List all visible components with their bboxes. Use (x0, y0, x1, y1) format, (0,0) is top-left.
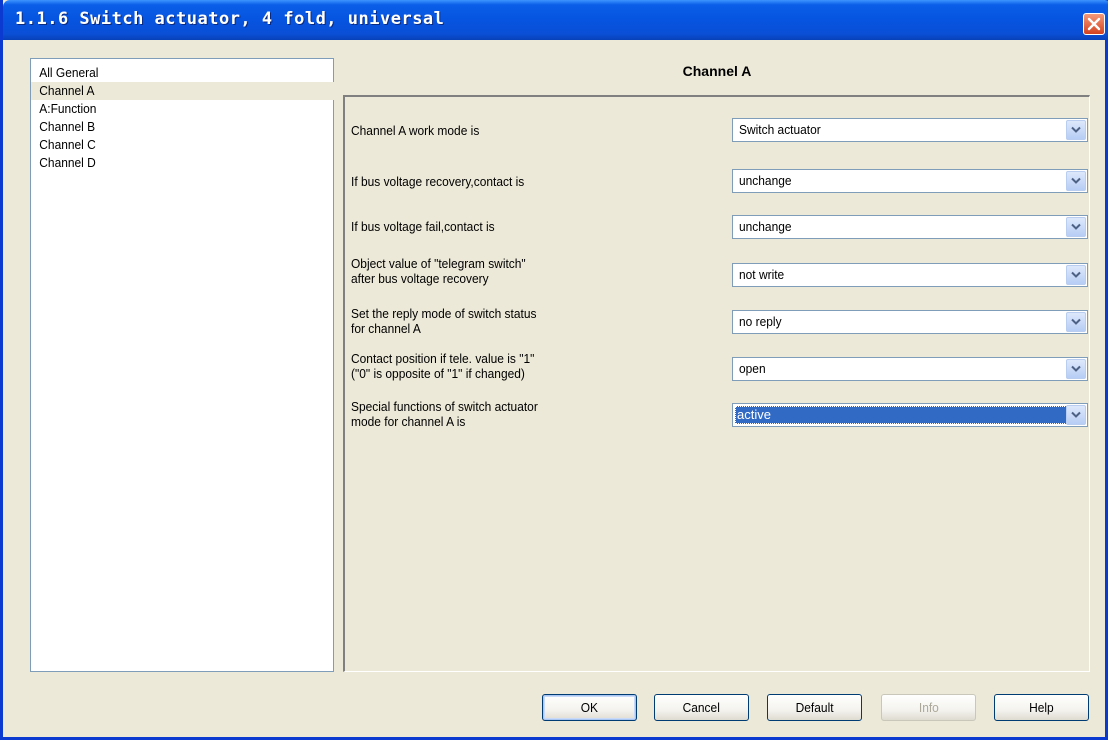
dropdown-arrow-button[interactable] (1066, 171, 1086, 191)
info-button: Info (881, 694, 976, 721)
dialog-window: 1.1.6 Switch actuator, 4 fold, universal… (0, 0, 1108, 740)
chevron-down-icon (1071, 223, 1081, 230)
tree-item-channel-d[interactable]: Channel D (31, 154, 309, 172)
dropdown-arrow-button[interactable] (1066, 405, 1086, 425)
select-value: active (735, 406, 1067, 424)
param-label-telegram-switch: Object value of "telegram switch" after … (351, 256, 618, 286)
dropdown-arrow-button[interactable] (1066, 359, 1086, 379)
param-label-line: Special functions of switch actuator (351, 399, 538, 414)
chevron-down-icon (1071, 365, 1081, 372)
select-value: unchange (739, 173, 792, 188)
close-button[interactable] (1083, 13, 1105, 35)
param-label-line: after bus voltage recovery (351, 271, 489, 286)
chevron-down-icon (1071, 318, 1081, 325)
chevron-down-icon (1071, 271, 1081, 278)
dropdown-arrow-button[interactable] (1066, 312, 1086, 332)
tree-item-channel-a[interactable]: Channel A (31, 82, 340, 100)
param-label-line: Object value of "telegram switch" (351, 256, 526, 271)
param-label-line: mode for channel A is (351, 414, 466, 429)
cancel-button-label: Cancel (682, 700, 721, 715)
panel-title: Channel A (682, 63, 752, 79)
param-label-line: If bus voltage recovery,contact is (351, 174, 525, 189)
select-value: unchange (739, 219, 792, 234)
default-button[interactable]: Default (767, 694, 862, 721)
close-icon (1087, 17, 1101, 31)
select-contact-position[interactable]: open (732, 357, 1088, 381)
select-work-mode[interactable]: Switch actuator (732, 118, 1088, 142)
select-telegram-switch[interactable]: not write (732, 263, 1088, 287)
param-label-line: If bus voltage fail,contact is (351, 219, 495, 234)
help-button[interactable]: Help (994, 694, 1089, 721)
tree-item-channel-b[interactable]: Channel B (31, 118, 309, 136)
select-value: no reply (739, 314, 782, 329)
tree-item-a-function[interactable]: A:Function (31, 100, 309, 118)
select-reply-mode[interactable]: no reply (732, 310, 1088, 334)
param-label-reply-mode: Set the reply mode of switch status for … (351, 306, 618, 336)
dropdown-arrow-button[interactable] (1066, 265, 1086, 285)
select-bus-recovery[interactable]: unchange (732, 169, 1088, 193)
param-label-line: for channel A (351, 321, 421, 336)
help-button-label: Help (1029, 700, 1054, 715)
title-bar[interactable]: 1.1.6 Switch actuator, 4 fold, universal (3, 0, 1108, 40)
dropdown-arrow-button[interactable] (1066, 120, 1086, 140)
param-label-bus-recovery: If bus voltage recovery,contact is (351, 174, 618, 189)
dropdown-arrow-button[interactable] (1066, 217, 1086, 237)
param-label-line: Contact position if tele. value is "1" (351, 351, 535, 366)
chevron-down-icon (1071, 177, 1081, 184)
param-label-line: Set the reply mode of switch status (351, 306, 537, 321)
param-label-special-functions: Special functions of switch actuator mod… (351, 399, 618, 429)
ok-button-label: OK (580, 700, 599, 715)
info-button-label: Info (918, 700, 939, 715)
select-special-functions[interactable]: active (732, 403, 1088, 427)
param-label-line: ("0" is opposite of "1" if changed) (351, 366, 525, 381)
tree-item-all-general[interactable]: All General (31, 64, 309, 82)
select-value: Switch actuator (739, 122, 821, 137)
parameter-tree[interactable]: All General Channel A A:Function Channel… (30, 58, 340, 672)
param-label-line: Channel A work mode is (351, 123, 480, 138)
select-value: not write (739, 267, 785, 282)
param-label-contact-position: Contact position if tele. value is "1" (… (351, 351, 618, 381)
chevron-down-icon (1071, 411, 1081, 418)
tree-item-channel-c[interactable]: Channel C (31, 136, 309, 154)
chevron-down-icon (1071, 126, 1081, 133)
select-value: open (739, 361, 766, 376)
default-button-label: Default (795, 700, 834, 715)
ok-button[interactable]: OK (542, 694, 637, 721)
cancel-button[interactable]: Cancel (654, 694, 749, 721)
param-label-work-mode: Channel A work mode is (351, 123, 618, 138)
window-title: 1.1.6 Switch actuator, 4 fold, universal (15, 9, 445, 29)
select-bus-fail[interactable]: unchange (732, 215, 1088, 239)
param-label-bus-fail: If bus voltage fail,contact is (351, 219, 618, 234)
